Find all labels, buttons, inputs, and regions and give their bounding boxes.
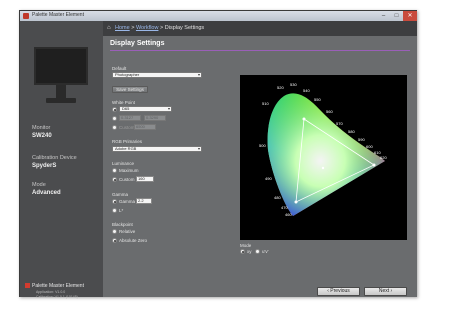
blackpoint-absolute-label: Absolute Zero — [119, 238, 148, 243]
luminance-custom-label: Custom — [119, 177, 135, 182]
gamma-label: Gamma — [112, 192, 129, 197]
monitor-illustration — [32, 47, 90, 105]
blackpoint-relative-label: Relative — [119, 229, 136, 234]
white-point-custom-label: Custom — [119, 125, 135, 130]
wavelength-label: 510 — [262, 101, 269, 106]
title-bar: Palette Master Element – □ ✕ — [20, 11, 417, 21]
mode-xy-radio[interactable] — [240, 249, 245, 254]
luminance-field[interactable]: 160 — [136, 176, 154, 182]
save-settings-button[interactable]: Save Settings — [112, 86, 148, 93]
default-dropdown[interactable]: Photographer ▾ — [112, 72, 202, 78]
white-point-x-field[interactable]: 0.3127 — [119, 115, 141, 121]
wavelength-label: 540 — [303, 88, 310, 93]
wavelength-label: 490 — [265, 176, 272, 181]
app-icon — [23, 13, 29, 19]
white-point-y-field[interactable]: 0.3290 — [144, 115, 166, 121]
previous-button[interactable]: ‹ Previous — [317, 287, 360, 296]
window-title: Palette Master Element — [32, 12, 84, 18]
gamut-blue-point — [294, 200, 298, 204]
wavelength-label: 550 — [314, 97, 321, 102]
white-point-dropdown[interactable]: D65 ▾ — [119, 106, 172, 112]
wavelength-label: 520 — [277, 85, 284, 90]
close-icon[interactable]: ✕ — [403, 11, 417, 21]
mode-label: Mode — [32, 182, 46, 188]
mode-uv-radio[interactable] — [255, 249, 260, 254]
luminance-maximum-label: Maximum — [119, 168, 139, 173]
breadcrumb: ⌂ Home > Workflow > Display Settings — [103, 21, 417, 36]
breadcrumb-current: Display Settings — [164, 25, 205, 31]
blackpoint-relative-radio[interactable] — [112, 229, 117, 234]
minimize-icon[interactable]: – — [377, 11, 390, 21]
wavelength-label: 580 — [348, 129, 355, 134]
luminance-custom-radio[interactable] — [112, 177, 117, 182]
gamut-diagram: 520 530 540 550 560 570 580 590 600 610 620 510 500 4… — [240, 75, 407, 240]
gamma-lstar-radio[interactable] — [112, 208, 117, 213]
chevron-right-icon: › — [390, 288, 393, 294]
gamut-green-point — [302, 117, 306, 121]
application-version: Application: V1.0.0 — [36, 290, 66, 294]
gamma-lstar-label: L* — [119, 208, 124, 213]
rgb-primaries-dropdown[interactable]: Adobe RGB ▾ — [112, 146, 202, 152]
calibration-device-value: SpyderS — [32, 163, 57, 169]
wavelength-label: 590 — [358, 137, 365, 142]
gamma-radio[interactable] — [112, 199, 117, 204]
white-point-xy-radio[interactable] — [112, 116, 117, 121]
white-point-marker — [321, 166, 325, 170]
mode-xy-label: xy — [247, 249, 252, 254]
brand-mark-icon — [25, 283, 30, 288]
app-window: Palette Master Element – □ ✕ Monitor SW2… — [19, 10, 417, 299]
page-title: Display Settings — [110, 40, 165, 47]
breadcrumb-separator: > — [160, 25, 164, 31]
luminance-label: Luminance — [112, 161, 135, 166]
white-point-custom-field[interactable]: 6500 — [134, 124, 156, 130]
calibration-device-label: Calibration Device — [32, 155, 77, 161]
chevron-down-icon: ▾ — [197, 146, 200, 151]
white-point-custom-radio[interactable] — [112, 125, 117, 130]
wavelength-label: 560 — [326, 109, 333, 114]
monitor-value: SW240 — [32, 133, 52, 139]
rgb-primaries-label: RGB Primaries — [112, 139, 143, 144]
brand-logo: Palette Master Element — [25, 283, 84, 289]
breadcrumb-separator: > — [131, 25, 135, 31]
gamma-option-label: Gamma — [119, 199, 136, 204]
sidebar: Monitor SW240 Calibration Device SpyderS… — [20, 21, 103, 299]
wavelength-label: 620 — [380, 155, 387, 160]
gamut-red-point — [372, 163, 376, 167]
mode-value: Advanced — [32, 190, 61, 196]
chevron-left-icon: ‹ — [327, 288, 329, 294]
blackpoint-label: Blackpoint — [112, 222, 133, 227]
gamma-field[interactable]: 2.2 — [136, 198, 152, 204]
default-label: Default — [112, 66, 127, 71]
wavelength-label: 530 — [290, 82, 297, 87]
diagram-mode-label: Mode — [240, 243, 252, 248]
calibration-version: Calibration: V1.0.1 (10145) — [36, 295, 78, 299]
white-point-label: White Point — [112, 100, 136, 105]
chevron-down-icon: ▾ — [197, 72, 200, 77]
cie-chromaticity-chart: 5205305405505605705805906006106205105004… — [259, 82, 387, 217]
luminance-maximum-radio[interactable] — [112, 168, 117, 173]
white-point-preset-radio[interactable] — [112, 107, 117, 112]
blackpoint-absolute-radio[interactable] — [112, 238, 117, 243]
next-button[interactable]: Next › — [364, 287, 407, 296]
chevron-down-icon: ▾ — [167, 106, 170, 111]
breadcrumb-workflow[interactable]: Workflow — [136, 25, 159, 31]
wavelength-label: 470 — [281, 205, 288, 210]
wavelength-label: 600 — [366, 144, 373, 149]
wavelength-label: 500 — [259, 143, 266, 148]
breadcrumb-home[interactable]: Home — [115, 25, 130, 31]
main-content: Display Settings Default Photographer ▾ S… — [103, 36, 417, 297]
maximize-icon[interactable]: □ — [390, 11, 403, 21]
wavelength-label: 460 — [285, 212, 292, 217]
home-icon[interactable]: ⌂ — [107, 25, 113, 31]
wavelength-label: 570 — [336, 121, 343, 126]
title-divider — [110, 50, 410, 51]
mode-uv-label: u'v' — [262, 249, 269, 254]
monitor-label: Monitor — [32, 125, 51, 131]
wavelength-label: 480 — [274, 195, 281, 200]
